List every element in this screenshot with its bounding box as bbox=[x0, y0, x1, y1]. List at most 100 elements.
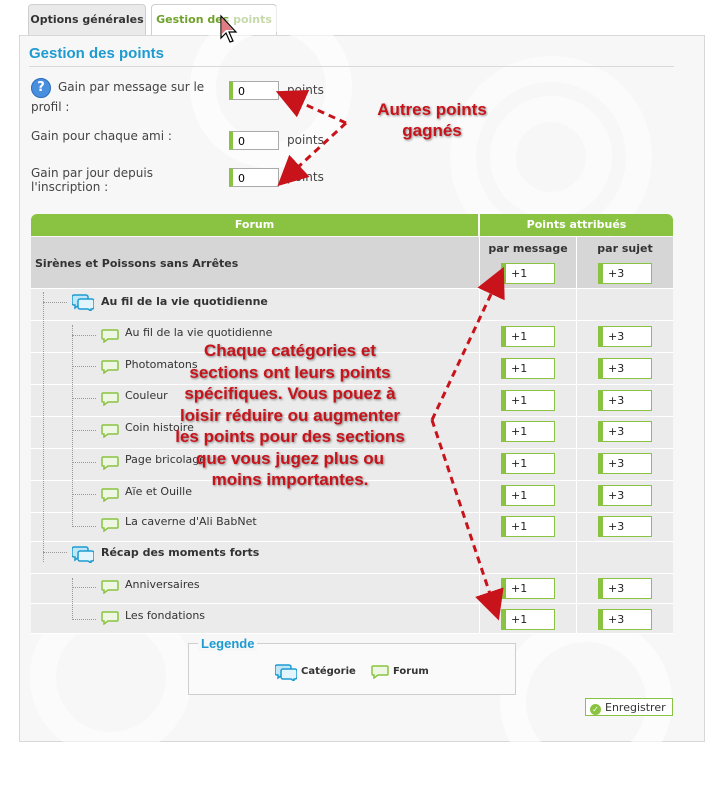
column-divider bbox=[576, 604, 577, 633]
check-icon: ✓ bbox=[590, 704, 601, 715]
help-icon[interactable]: ? bbox=[31, 78, 51, 98]
subject-points-input[interactable]: +3 bbox=[598, 578, 652, 599]
column-divider bbox=[576, 417, 577, 448]
field-label-ami: Gain pour chaque ami : bbox=[31, 129, 172, 143]
column-header-points: Points attribués bbox=[480, 214, 673, 236]
column-divider bbox=[576, 385, 577, 416]
tree-line bbox=[72, 578, 73, 620]
save-button[interactable]: ✓ Enregistrer bbox=[585, 698, 673, 716]
column-divider bbox=[576, 321, 577, 352]
column-divider bbox=[576, 289, 577, 320]
forum-name: Anniversaires bbox=[125, 578, 200, 591]
column-header-forum: Forum bbox=[31, 214, 478, 236]
forum-icon bbox=[101, 488, 119, 502]
forum-icon bbox=[101, 611, 119, 625]
category-icon bbox=[72, 294, 94, 311]
root-message-input[interactable]: +1 bbox=[501, 263, 555, 284]
tree-branch bbox=[43, 302, 67, 303]
column-divider bbox=[479, 513, 480, 541]
forum-icon bbox=[101, 360, 119, 374]
category-icon bbox=[275, 664, 297, 681]
subject-points-input[interactable]: +3 bbox=[598, 358, 652, 379]
points-unit: points bbox=[287, 170, 324, 184]
gain-jour-input[interactable]: 0 bbox=[229, 168, 279, 187]
column-divider bbox=[479, 385, 480, 416]
section-title: Gestion des points bbox=[29, 45, 165, 62]
column-divider bbox=[479, 481, 480, 512]
field-label-message: Gain par message sur le bbox=[58, 80, 205, 94]
forum-icon bbox=[101, 456, 119, 470]
tree-branch bbox=[72, 366, 96, 367]
message-points-input[interactable]: +1 bbox=[501, 578, 555, 599]
forum-name: Les fondations bbox=[125, 609, 206, 622]
forum-icon bbox=[101, 329, 119, 343]
tree-branch bbox=[72, 587, 96, 588]
legend-category-label: Catégorie bbox=[301, 666, 356, 677]
points-unit: points bbox=[287, 133, 324, 147]
legend-forum-label: Forum bbox=[393, 666, 429, 677]
subheader-par-sujet: par sujet bbox=[597, 242, 653, 255]
forum-icon bbox=[101, 392, 119, 406]
tree-line bbox=[43, 292, 44, 562]
column-divider bbox=[479, 574, 480, 603]
tree-branch bbox=[72, 526, 96, 527]
tree-line bbox=[72, 325, 73, 527]
subject-points-input[interactable]: +3 bbox=[598, 421, 652, 442]
message-points-input[interactable]: +1 bbox=[501, 358, 555, 379]
subject-points-input[interactable]: +3 bbox=[598, 326, 652, 347]
legend-title: Legende bbox=[198, 636, 258, 651]
subject-points-input[interactable]: +3 bbox=[598, 390, 652, 411]
forum-name: La caverne d'Ali BabNet bbox=[125, 515, 257, 528]
column-divider bbox=[479, 542, 480, 573]
message-points-input[interactable]: +1 bbox=[501, 326, 555, 347]
message-points-input[interactable]: +1 bbox=[501, 390, 555, 411]
forum-icon bbox=[371, 665, 389, 679]
column-divider bbox=[576, 513, 577, 541]
message-points-input[interactable]: +1 bbox=[501, 516, 555, 537]
message-points-input[interactable]: +1 bbox=[501, 609, 555, 630]
tree-branch bbox=[72, 619, 96, 620]
category-name: Récap des moments forts bbox=[101, 546, 260, 559]
forum-icon bbox=[101, 518, 119, 532]
gain-ami-input[interactable]: 0 bbox=[229, 131, 279, 150]
annotation-categories: Chaque catégories et sections ont leurs … bbox=[175, 341, 405, 489]
gain-message-input[interactable]: 0 bbox=[229, 81, 279, 100]
message-points-input[interactable]: +1 bbox=[501, 485, 555, 506]
forum-icon bbox=[101, 424, 119, 438]
column-divider bbox=[479, 289, 480, 320]
forum-icon bbox=[101, 580, 119, 594]
column-divider bbox=[479, 417, 480, 448]
message-points-input[interactable]: +1 bbox=[501, 421, 555, 442]
root-forum-name: Sirènes et Poissons sans Arrêtes bbox=[35, 257, 239, 270]
tree-branch bbox=[72, 398, 96, 399]
column-divider bbox=[576, 353, 577, 384]
column-divider bbox=[576, 542, 577, 573]
tree-branch bbox=[72, 430, 96, 431]
subject-points-input[interactable]: +3 bbox=[598, 609, 652, 630]
message-points-input[interactable]: +1 bbox=[501, 453, 555, 474]
mouse-cursor-icon bbox=[220, 14, 238, 43]
subject-points-input[interactable]: +3 bbox=[598, 516, 652, 537]
column-divider bbox=[479, 604, 480, 633]
category-icon bbox=[72, 546, 94, 563]
column-divider bbox=[479, 353, 480, 384]
tree-branch bbox=[72, 494, 96, 495]
field-label-jour-2: l'inscription : bbox=[31, 180, 109, 194]
save-label: Enregistrer bbox=[605, 701, 666, 714]
field-label-jour: Gain par jour depuis bbox=[31, 166, 153, 180]
column-divider bbox=[576, 449, 577, 480]
tree-branch bbox=[43, 552, 67, 553]
subject-points-input[interactable]: +3 bbox=[598, 485, 652, 506]
column-divider bbox=[479, 321, 480, 352]
points-unit: points bbox=[287, 83, 324, 97]
root-subject-input[interactable]: +3 bbox=[598, 263, 652, 284]
field-label-message-2: profil : bbox=[31, 100, 70, 114]
category-name: Au fil de la vie quotidienne bbox=[101, 295, 268, 308]
title-divider bbox=[29, 66, 674, 67]
subject-points-input[interactable]: +3 bbox=[598, 453, 652, 474]
tree-branch bbox=[72, 462, 96, 463]
annotation-autres-points: Autres points gagnés bbox=[377, 100, 487, 140]
column-divider bbox=[576, 481, 577, 512]
subheader-par-message: par message bbox=[488, 242, 568, 255]
tab-options-generales[interactable]: Options générales bbox=[28, 4, 146, 35]
